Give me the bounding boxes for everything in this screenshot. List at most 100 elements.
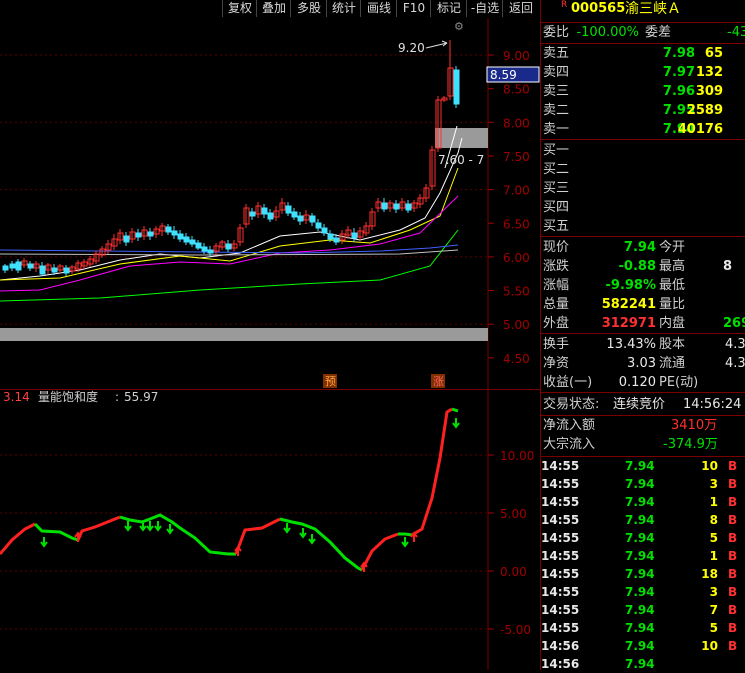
tick-row: 14:55 7.94 7 B xyxy=(541,601,745,619)
net-inflow-row: 净流入额 3410万 xyxy=(541,417,745,435)
tick-row: 14:55 7.94 1 B xyxy=(541,547,745,565)
quote-stat-label2: 最高 xyxy=(659,259,686,274)
tick-time: 14:55 xyxy=(541,567,580,581)
bid-level-row[interactable]: 买二 xyxy=(541,161,745,179)
weibi-value: -100.00% xyxy=(576,25,639,40)
trade-time: 14:56:24 xyxy=(683,397,742,412)
candle xyxy=(207,249,214,254)
price-y-tick: 8.50 xyxy=(503,83,530,97)
candle xyxy=(147,231,154,237)
price-y-tick: 5.00 xyxy=(503,318,530,332)
toolbar-fuquan-button[interactable]: 复权 xyxy=(222,0,257,17)
indicator-line xyxy=(411,407,453,537)
candle xyxy=(321,227,328,234)
candle xyxy=(135,232,142,238)
toolbar-multi-stock-button[interactable]: 多股 xyxy=(290,0,327,17)
tick-time: 14:55 xyxy=(541,495,580,509)
quote-stat-label: 涨跌 xyxy=(543,259,570,274)
candle xyxy=(381,202,388,210)
indicator-line xyxy=(451,407,459,413)
candle xyxy=(225,243,232,250)
candle xyxy=(327,233,334,240)
tick-time: 14:55 xyxy=(541,603,580,617)
bid-level-row[interactable]: 买一 xyxy=(541,142,745,160)
ask-level-row[interactable]: 卖一 7.94 40176 xyxy=(541,121,745,139)
cursor-price: 8.59 xyxy=(490,68,517,82)
tick-volume: 5 xyxy=(709,621,718,635)
quote-stat-label2: 量比 xyxy=(659,297,686,312)
tick-time: 14:55 xyxy=(541,549,580,563)
ask-volume: 40176 xyxy=(677,122,723,137)
candle xyxy=(351,232,358,239)
stock-badge: R xyxy=(561,0,568,10)
indicator-value-sep: : xyxy=(115,390,119,404)
moving-average-line xyxy=(0,137,463,281)
tick-price: 7.94 xyxy=(625,495,655,509)
block-inflow-label: 大宗流入 xyxy=(543,437,596,452)
ask-level-label: 卖三 xyxy=(543,84,570,99)
tick-direction: B xyxy=(728,459,738,473)
quote-fundamental-label2: 股本 xyxy=(659,337,686,352)
toolbar-watchlist-button[interactable]: -自选 xyxy=(466,0,503,17)
candle xyxy=(171,230,178,236)
ask-volume: 2589 xyxy=(686,103,723,118)
bid-level-row[interactable]: 买三 xyxy=(541,180,745,198)
tick-volume: 10 xyxy=(701,459,718,473)
ask-volume: 65 xyxy=(704,46,723,61)
chart-toolbar: 复权 叠加 多股 统计 画线 F10 标记 -自选 返回 xyxy=(0,0,540,18)
sell-arrow-icon xyxy=(154,521,162,532)
tick-time: 14:55 xyxy=(541,459,580,473)
candle xyxy=(261,207,268,215)
quote-fundamental-label: 换手 xyxy=(543,337,570,352)
quote-fundamental-value2: 4.3 xyxy=(725,356,745,371)
tick-price: 7.94 xyxy=(625,585,655,599)
tick-price: 7.94 xyxy=(625,459,655,473)
tick-volume: 1 xyxy=(709,495,718,509)
tick-price: 7.94 xyxy=(625,513,655,527)
toolbar-draw-button[interactable]: 画线 xyxy=(360,0,397,17)
ask-level-row[interactable]: 卖三 7.96 309 xyxy=(541,83,745,101)
ask-level-row[interactable]: 卖四 7.97 132 xyxy=(541,64,745,82)
candle xyxy=(291,211,298,218)
tick-price: 7.94 xyxy=(625,567,655,581)
toolbar-overlay-button[interactable]: 叠加 xyxy=(256,0,291,17)
price-chart[interactable]: 9.00 8.50 8.00 7.50 7.00 6.50 6.00 5.50 5.00 4.50… xyxy=(0,18,540,390)
buy-arrow-icon xyxy=(410,531,418,542)
bid-level-label: 买一 xyxy=(543,143,570,158)
candle xyxy=(2,265,9,271)
ask-level-label: 卖二 xyxy=(543,103,570,118)
tick-row: 14:55 7.94 3 B xyxy=(541,583,745,601)
candle xyxy=(27,263,34,269)
tick-volume: 8 xyxy=(709,513,718,527)
quote-fundamental-label2: PE(动) xyxy=(659,375,699,390)
sell-arrow-icon xyxy=(299,528,307,539)
range-label: 7.60 - 7 xyxy=(438,153,484,167)
candle xyxy=(267,212,274,220)
price-y-tick: 8.00 xyxy=(503,116,530,130)
toolbar-stats-button[interactable]: 统计 xyxy=(326,0,361,17)
quote-fundamental-label: 净资 xyxy=(543,356,570,371)
ask-level-row[interactable]: 卖五 7.98 65 xyxy=(541,45,745,63)
tick-volume: 3 xyxy=(709,477,718,491)
ask-volume: 309 xyxy=(695,84,723,99)
toolbar-back-button[interactable]: 返回 xyxy=(502,0,539,17)
indicator-line xyxy=(76,515,121,541)
toolbar-mark-button[interactable]: 标记 xyxy=(430,0,467,17)
weicha-label: 委差 xyxy=(645,25,672,40)
tick-time: 14:55 xyxy=(541,477,580,491)
bid-level-row[interactable]: 买四 xyxy=(541,199,745,217)
indicator-chart[interactable]: 3.14 量能饱和度 : 55.97 10.00 5.00 0.00 -5.00 xyxy=(0,388,540,670)
moving-average-line xyxy=(0,229,459,302)
toolbar-f10-button[interactable]: F10 xyxy=(396,0,431,17)
ask-level-row[interactable]: 卖二 7.95 2589 xyxy=(541,102,745,120)
indicator-y-tick: 5.00 xyxy=(500,507,527,521)
candle xyxy=(189,239,196,245)
quote-stat-value: 582241 xyxy=(601,297,656,312)
candle xyxy=(63,267,70,274)
price-y-tick: 9.00 xyxy=(503,49,530,63)
tick-time: 14:56 xyxy=(541,657,580,671)
quote-stat-label: 外盘 xyxy=(543,316,570,331)
tick-row: 14:56 7.94 10 B xyxy=(541,637,745,655)
quote-stat-row: 总量 582241 量比 xyxy=(541,296,745,314)
bid-level-row[interactable]: 买五 xyxy=(541,218,745,236)
